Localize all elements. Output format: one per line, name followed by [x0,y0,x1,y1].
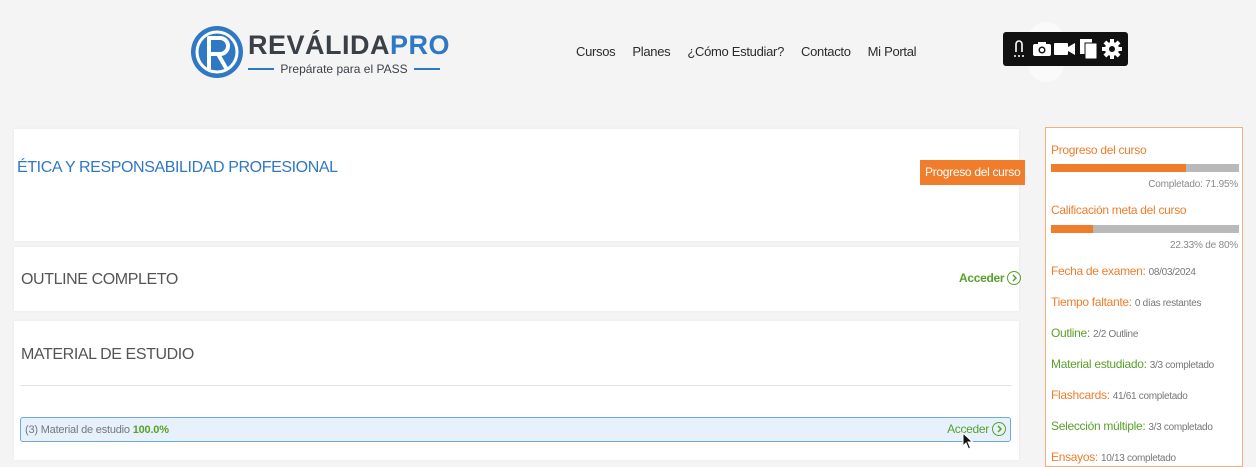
tagline-line-right [413,68,440,70]
course-stats-sidebar: Progreso del curso Completado: 71.95% Ca… [1045,127,1243,467]
nav-contacto[interactable]: Contacto [801,44,851,59]
stat-material-value: 3/3 completado [1149,360,1214,371]
attachment-icon[interactable] [1008,38,1030,60]
stat-essays-value: 10/13 completado [1101,453,1176,464]
goal-score-fill [1051,225,1093,233]
course-title: ÉTICA Y RESPONSABILIDAD PROFESIONAL [17,159,338,176]
course-progress-button[interactable]: Progreso del curso [920,160,1026,185]
course-progress-label: Progreso del curso [1051,143,1147,157]
material-row-label: (3) Material de estudio 100.0% [25,424,169,436]
nav-mi-portal[interactable]: Mi Portal [868,44,917,59]
outline-section-card: OUTLINE COMPLETO Acceder [14,247,1022,311]
material-acceder-link[interactable]: Acceder [947,422,1006,436]
material-row-name: (3) Material de estudio [25,424,130,436]
stat-material: Material estudiado: 3/3 completado [1051,357,1214,371]
material-section-title: MATERIAL DE ESTUDIO [21,346,194,363]
course-progress-fill [1051,164,1187,172]
logo-badge-icon [191,26,243,78]
section-divider [21,385,1011,386]
main-nav: Cursos Planes ¿Cómo Estudiar? Contacto M… [576,44,917,59]
logo-wordmark: REVÁLIDAPRO [248,30,450,61]
course-header-card: ÉTICA Y RESPONSABILIDAD PROFESIONAL Prog… [14,129,1026,241]
gear-icon[interactable] [1101,38,1123,60]
stat-exam-date-key: Fecha de examen: [1051,264,1146,278]
stat-flashcards-value: 41/61 completado [1112,391,1188,402]
chevron-right-circle-icon [992,422,1006,436]
nav-como-estudiar[interactable]: ¿Cómo Estudiar? [687,44,784,59]
goal-score-label: Calificación meta del curso [1051,203,1187,217]
camera-icon[interactable] [1031,38,1053,60]
course-progress-bar [1051,164,1239,172]
outline-acceder-label: Acceder [959,271,1005,285]
tagline-line-left [248,68,275,70]
recorder-toolbar [1003,32,1128,66]
goal-score-note: 22.33% de 80% [1169,240,1238,251]
material-row[interactable]: (3) Material de estudio 100.0% Acceder [20,417,1011,442]
revalidapro-logo[interactable]: REVÁLIDAPRO Prepárate para el PASS [190,16,450,90]
nav-planes[interactable]: Planes [632,44,670,59]
stat-essays-key: Ensayos: [1051,450,1098,464]
stat-outline-key: Outline: [1051,326,1090,340]
stat-flashcards: Flashcards: 41/61 completado [1051,388,1188,402]
video-icon[interactable] [1054,38,1076,60]
logo-tagline: Prepárate para el PASS [248,61,440,77]
course-progress-note: Completado: 71.95% [1148,179,1238,190]
mouse-cursor-icon [962,432,974,450]
site-header: REVÁLIDAPRO Prepárate para el PASS Curso… [0,0,1256,110]
stat-essays: Ensayos: 10/13 completado [1051,450,1176,464]
stat-exam-date: Fecha de examen: 08/03/2024 [1051,264,1196,278]
stat-flashcards-key: Flashcards: [1051,388,1110,402]
stat-time-left: Tiempo faltante: 0 días restantes [1051,295,1202,309]
logo-brand-accent: PRO [390,30,451,60]
stat-outline-value: 2/2 Outline [1093,329,1139,340]
outline-acceder-link[interactable]: Acceder [959,271,1022,285]
material-row-percent: 100.0% [132,424,169,436]
material-section-card: MATERIAL DE ESTUDIO (3) Material de estu… [14,321,1019,460]
stat-exam-date-value: 08/03/2024 [1148,267,1196,278]
tagline-text: Prepárate para el PASS [280,62,408,76]
stat-material-key: Material estudiado: [1051,357,1147,371]
outline-section-title: OUTLINE COMPLETO [21,271,178,288]
nav-cursos[interactable]: Cursos [576,44,616,59]
stat-multiple-choice-key: Selección múltiple: [1051,419,1146,433]
chevron-right-circle-icon [1007,271,1022,285]
goal-score-bar [1051,225,1239,233]
stat-time-left-key: Tiempo faltante: [1051,295,1132,309]
stat-multiple-choice: Selección múltiple: 3/3 completado [1051,419,1213,433]
logo-brand-main: REVÁLIDA [248,30,391,60]
copy-icon[interactable] [1078,38,1100,60]
stat-time-left-value: 0 días restantes [1134,298,1202,309]
stat-multiple-choice-value: 3/3 completado [1148,422,1213,433]
stat-outline: Outline: 2/2 Outline [1051,326,1138,340]
